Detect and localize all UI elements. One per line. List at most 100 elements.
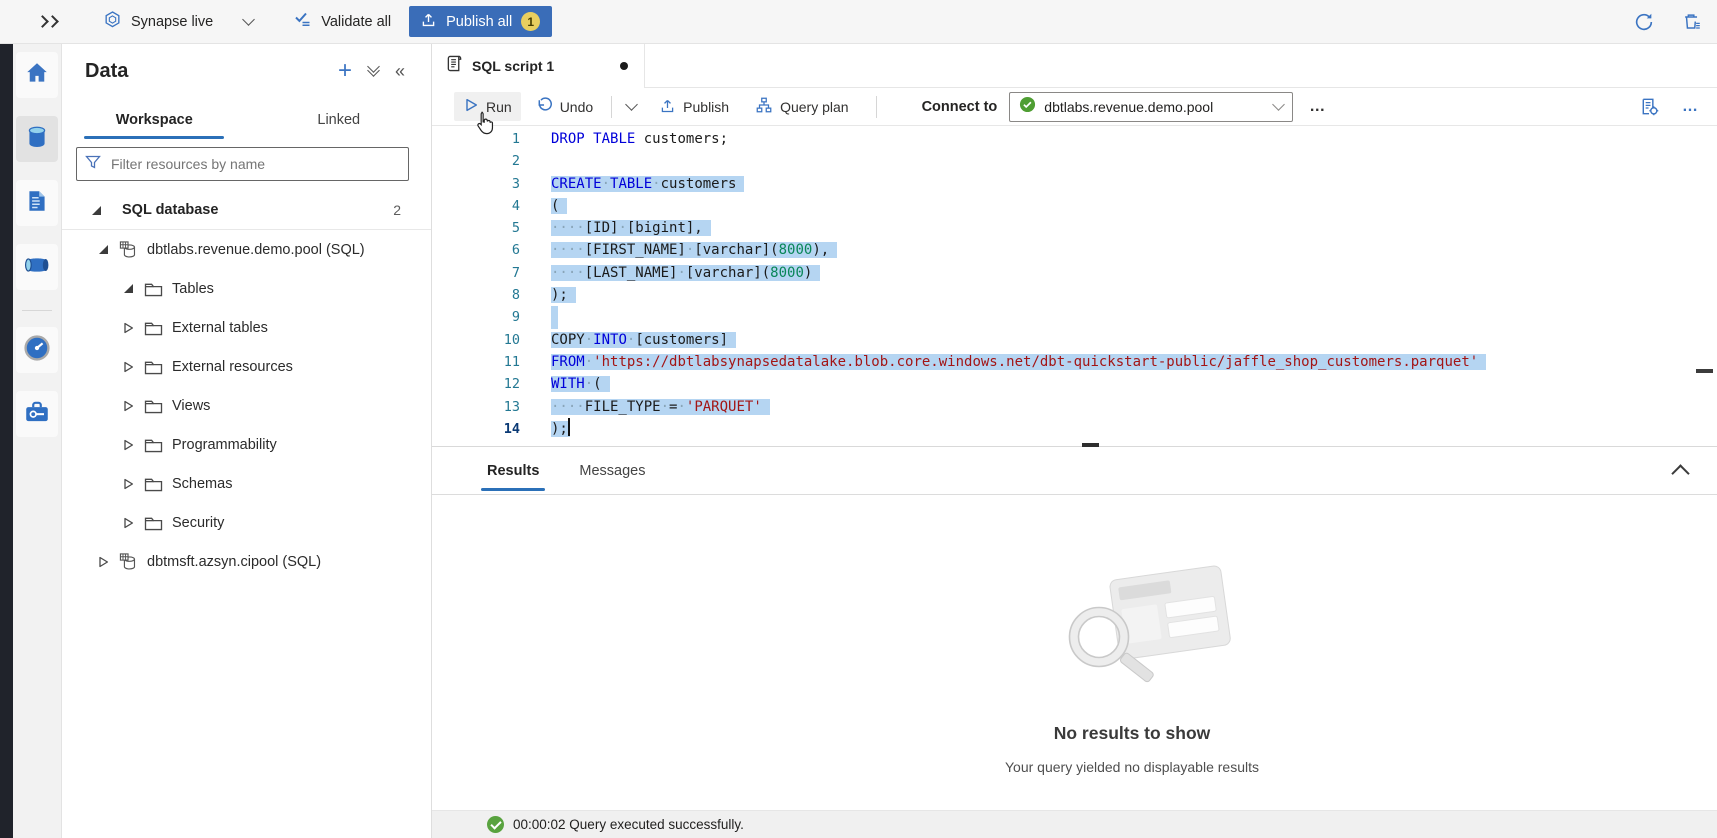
editor-tab-label: SQL script 1	[472, 58, 554, 74]
unsaved-dot-icon	[620, 62, 628, 70]
rail-item-data[interactable]	[16, 116, 58, 162]
rail-item-integrate[interactable]	[16, 244, 58, 290]
connect-to-dropdown[interactable]: dbtlabs.revenue.demo.pool	[1009, 92, 1293, 122]
tree-item-schemas[interactable]: Schemas	[62, 464, 431, 503]
code-line[interactable]: 2	[432, 150, 1717, 172]
code-line[interactable]: 4(	[432, 195, 1717, 217]
caret-collapsed-icon[interactable]	[122, 322, 134, 334]
publish-button[interactable]: Publish	[650, 92, 738, 122]
folder-icon	[144, 397, 163, 415]
add-resource-icon[interactable]: +	[338, 61, 352, 81]
tree-item-security[interactable]: Security	[62, 503, 431, 542]
folder-icon	[144, 319, 163, 337]
discard-trash-icon[interactable]	[1681, 11, 1703, 33]
tree-item-views[interactable]: Views	[62, 386, 431, 425]
line-number: 2	[432, 150, 520, 172]
caret-expanded-icon[interactable]	[90, 205, 102, 216]
sql-script-icon	[446, 54, 463, 78]
tree-item-label: dbtlabs.revenue.demo.pool (SQL)	[147, 242, 365, 258]
tree-item-label: Views	[172, 398, 210, 414]
tree-item-dbtmsft-azsyn-cipool-sql[interactable]: dbtmsft.azsyn.cipool (SQL)	[62, 542, 431, 581]
tab-linked[interactable]: Linked	[247, 98, 432, 142]
undo-button[interactable]: Undo	[527, 92, 602, 122]
caret-collapsed-icon[interactable]	[122, 361, 134, 373]
code-line[interactable]: 7····[LAST_NAME]·[varchar](8000)	[432, 262, 1717, 284]
code-line[interactable]: 13····FILE_TYPE·=·'PARQUET'	[432, 396, 1717, 418]
connected-check-icon	[1019, 96, 1036, 118]
code-line[interactable]: 6····[FIRST_NAME]·[varchar](8000),	[432, 239, 1717, 261]
folder-icon	[144, 514, 163, 532]
editor-more-button[interactable]: …	[1682, 98, 1699, 116]
tab-results[interactable]: Results	[485, 447, 541, 494]
tab-workspace[interactable]: Workspace	[62, 98, 247, 142]
code-line[interactable]: 10COPY·INTO·[customers]	[432, 329, 1717, 351]
results-panel: Results Messages No results to show Your	[432, 446, 1717, 838]
tree-item-tables[interactable]: Tables	[62, 269, 431, 308]
section-count: 2	[393, 202, 401, 218]
caret-collapsed-icon[interactable]	[97, 556, 109, 568]
tree-item-external-tables[interactable]: External tables	[62, 308, 431, 347]
tree-item-label: Tables	[172, 281, 214, 297]
caret-collapsed-icon[interactable]	[122, 517, 134, 529]
publish-all-label: Publish all	[446, 14, 512, 30]
code-line[interactable]: 5····[ID]·[bigint],	[432, 217, 1717, 239]
code-line[interactable]: 3CREATE·TABLE·customers	[432, 173, 1717, 195]
synapse-live-selector[interactable]: Synapse live	[103, 10, 253, 34]
tree-item-label: Security	[172, 515, 224, 531]
publish-all-button[interactable]: Publish all 1	[409, 6, 552, 37]
collapse-panel-icon[interactable]: «	[395, 62, 405, 80]
filter-input-wrap	[76, 147, 409, 181]
tree-item-label: Schemas	[172, 476, 232, 492]
publish-icon	[420, 11, 437, 32]
publish-label: Publish	[683, 99, 729, 115]
caret-collapsed-icon[interactable]	[122, 478, 134, 490]
filter-input[interactable]	[109, 155, 400, 173]
rail-item-manage[interactable]	[16, 391, 58, 437]
tab-messages[interactable]: Messages	[577, 447, 647, 494]
script-properties-icon[interactable]	[1639, 96, 1660, 117]
collapse-all-icon[interactable]	[369, 67, 378, 75]
panel-splitter-handle[interactable]	[1082, 443, 1099, 447]
rail-item-monitor[interactable]	[16, 327, 58, 373]
resource-tree: dbtlabs.revenue.demo.pool (SQL) Tables Ext…	[62, 230, 431, 581]
caret-collapsed-icon[interactable]	[122, 400, 134, 412]
caret-expanded-icon[interactable]	[122, 283, 134, 294]
synapse-live-label: Synapse live	[131, 14, 213, 30]
rail-item-develop[interactable]	[16, 180, 58, 226]
tree-section-sql-database[interactable]: SQL database 2	[62, 191, 431, 230]
caret-collapsed-icon[interactable]	[122, 439, 134, 451]
refresh-icon[interactable]	[1633, 11, 1655, 33]
editor-tab-row: SQL script 1	[432, 44, 1717, 88]
expand-menu-icon[interactable]	[38, 17, 57, 26]
rail-divider	[22, 310, 52, 311]
query-plan-button[interactable]: Query plan	[746, 91, 857, 122]
undo-label: Undo	[560, 99, 593, 115]
text-cursor	[568, 418, 570, 436]
tree-item-dbtlabs-revenue-demo-pool-sql[interactable]: dbtlabs.revenue.demo.pool (SQL)	[62, 230, 431, 269]
code-line[interactable]: 11FROM·'https://dbtlabsynapsedatalake.bl…	[432, 351, 1717, 373]
caret-expanded-icon[interactable]	[97, 244, 109, 255]
run-options-chevron-icon[interactable]	[621, 99, 642, 114]
editor-scrollbar-thumb[interactable]	[1696, 369, 1713, 373]
sql-code-editor[interactable]: 1DROP TABLE customers;23CREATE·TABLE·cus…	[432, 126, 1717, 446]
nav-rail	[13, 44, 62, 838]
collapse-results-chevron-icon[interactable]	[1671, 464, 1689, 482]
code-line[interactable]: 8);	[432, 284, 1717, 306]
develop-icon	[24, 188, 50, 219]
tree-item-external-resources[interactable]: External resources	[62, 347, 431, 386]
validate-all-button[interactable]: Validate all	[293, 9, 391, 34]
line-number: 6	[432, 239, 520, 261]
code-line[interactable]: 1DROP TABLE customers;	[432, 128, 1717, 150]
code-line[interactable]: 14);	[432, 418, 1717, 440]
chevron-down-icon	[1272, 98, 1285, 111]
sql-pool-icon	[119, 553, 138, 571]
chevron-down-icon[interactable]	[242, 13, 255, 26]
toolbar-more-button[interactable]: …	[1309, 98, 1326, 116]
code-line[interactable]: 12WITH·(	[432, 373, 1717, 395]
tree-item-programmability[interactable]: Programmability	[62, 425, 431, 464]
tab-sql-script-1[interactable]: SQL script 1	[432, 44, 645, 88]
monitor-icon	[23, 334, 51, 367]
code-line[interactable]: 9	[432, 306, 1717, 328]
run-button[interactable]: Run	[454, 92, 521, 121]
rail-item-home[interactable]	[16, 52, 58, 98]
